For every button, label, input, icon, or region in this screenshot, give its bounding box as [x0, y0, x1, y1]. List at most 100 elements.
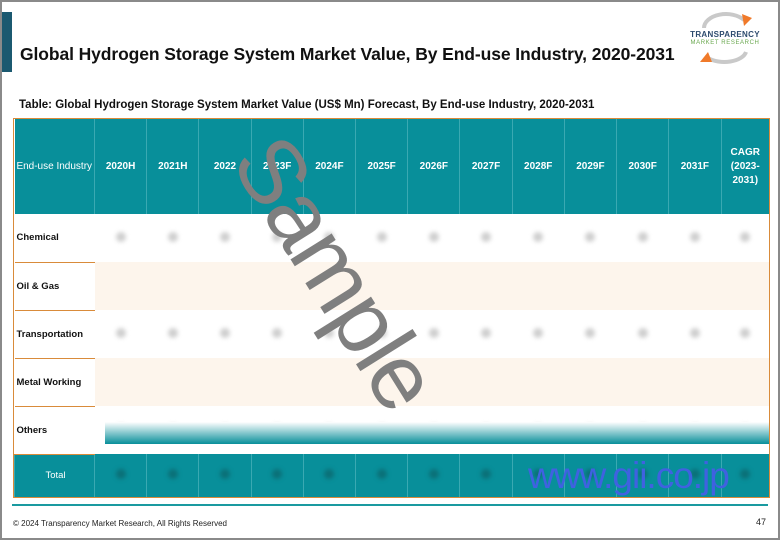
blurred-value-cell [303, 214, 356, 263]
blurred-value [115, 231, 126, 242]
blurred-value-cell [303, 310, 356, 359]
row-label: Chemical [14, 214, 95, 263]
blurred-value-cell [564, 358, 617, 407]
blurred-value-cell [146, 310, 199, 359]
blurred-total-cell [146, 454, 199, 497]
blurred-value-cell [94, 310, 147, 359]
blurred-total-cell [93, 454, 147, 497]
blurred-value-cell [616, 310, 669, 359]
blurred-value [481, 231, 492, 242]
column-header: 2029F [563, 119, 617, 214]
blurred-value-cell [355, 310, 408, 359]
blurred-value [740, 231, 750, 242]
blurred-value-cell [616, 262, 669, 311]
blurred-value [167, 231, 178, 242]
blurred-value [689, 231, 700, 242]
blurred-value [428, 231, 439, 242]
table-row: Chemical [14, 214, 769, 263]
blurred-value-cell [355, 358, 408, 407]
blurred-value [376, 469, 387, 480]
blurred-value [167, 469, 178, 480]
table-header-row: End-use Industry 2020H 2021H 2022 2023F … [14, 119, 769, 214]
blurred-total-cell [198, 454, 252, 497]
blurred-value [272, 469, 283, 480]
blurred-value [220, 231, 230, 242]
blurred-value [740, 469, 751, 480]
column-header: CAGR (2023-2031) [720, 119, 769, 214]
blurred-value-cell [198, 358, 252, 407]
blurred-value [585, 327, 596, 338]
blurred-value-cell [668, 358, 721, 407]
blurred-value [637, 327, 648, 338]
blurred-value-cell [94, 262, 147, 311]
blurred-value [585, 231, 596, 242]
column-header: 2020H [93, 119, 147, 214]
blurred-value [689, 327, 700, 338]
blurred-total-cell [355, 454, 408, 497]
blurred-value-cell [459, 310, 513, 359]
blurred-value-cell [721, 310, 769, 359]
blurred-value [220, 327, 230, 338]
blurred-value-cell [459, 358, 513, 407]
blurred-value-cell [407, 262, 460, 311]
blurred-value-cell [564, 262, 617, 311]
total-label: Total [14, 454, 95, 497]
blurred-value-cell [668, 310, 721, 359]
blurred-total-cell [459, 454, 513, 497]
blurred-value-cell [146, 262, 199, 311]
column-header: 2022 [198, 119, 252, 214]
blurred-value-cell [512, 214, 565, 263]
column-header: 2023F [250, 119, 304, 214]
blurred-value-cell [407, 358, 460, 407]
column-header: 2024F [302, 119, 356, 214]
blurred-value [481, 327, 492, 338]
gii-watermark: www.gii.co.jp [528, 455, 730, 496]
blurred-value-cell [616, 214, 669, 263]
blurred-value-cell [198, 310, 252, 359]
blurred-value [324, 231, 335, 242]
logo-text-secondary: MARKET RESEARCH [690, 40, 760, 46]
blurred-value [272, 231, 283, 242]
blurred-value-cell [564, 310, 617, 359]
blurred-value-cell [407, 310, 460, 359]
footer-divider [12, 504, 768, 506]
column-header: End-use Industry [14, 119, 95, 214]
blurred-value [428, 469, 439, 480]
blurred-value-cell [146, 358, 199, 407]
copyright-text: © 2024 Transparency Market Research, All… [13, 519, 227, 528]
blurred-value-cell [355, 262, 408, 311]
logo-text-primary: TRANSPARENCY [690, 30, 760, 39]
table-row: Transportation [14, 310, 769, 359]
blurred-value [637, 231, 648, 242]
blurred-value [740, 327, 750, 338]
blurred-value-cell [721, 262, 769, 311]
blurred-value-cell [407, 214, 460, 263]
page-title: Global Hydrogen Storage System Market Va… [20, 44, 675, 64]
column-header: 2021H [146, 119, 199, 214]
blurred-value-cell [721, 358, 769, 407]
blurred-value [533, 231, 544, 242]
company-logo: TRANSPARENCY MARKET RESEARCH [686, 12, 764, 64]
blurred-value [220, 469, 230, 480]
blurred-value-cell [512, 262, 565, 311]
blurred-value [376, 327, 387, 338]
row-label: Transportation [14, 310, 95, 359]
blurred-value-cell [303, 358, 356, 407]
column-header: 2030F [616, 119, 669, 214]
blurred-value-cell [198, 262, 252, 311]
column-header: 2027F [459, 119, 513, 214]
blurred-value [428, 327, 439, 338]
blurred-value [115, 327, 126, 338]
blurred-value [167, 327, 178, 338]
blur-fade-overlay [105, 422, 769, 444]
blurred-value [115, 469, 126, 480]
blurred-value [481, 469, 492, 480]
blurred-value [324, 327, 335, 338]
blurred-value-cell [251, 214, 304, 263]
row-label: Others [14, 406, 95, 455]
table-row: Metal Working [14, 358, 769, 407]
column-header: 2028F [511, 119, 565, 214]
table-caption: Table: Global Hydrogen Storage System Ma… [19, 99, 595, 111]
table-row: Oil & Gas [14, 262, 769, 311]
blurred-total-cell [302, 454, 356, 497]
